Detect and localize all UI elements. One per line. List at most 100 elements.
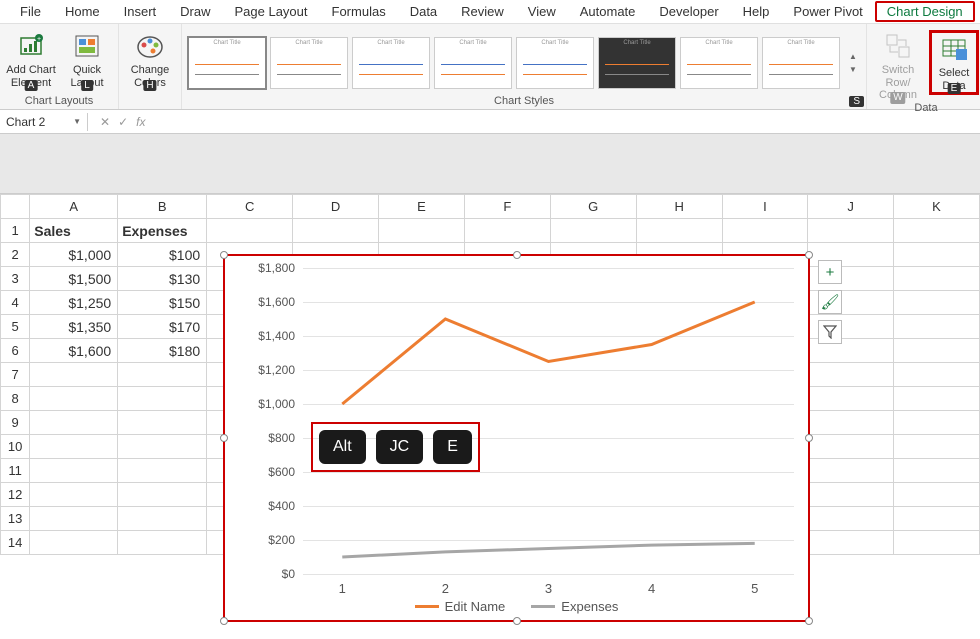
tab-power-pivot[interactable]: Power Pivot <box>781 1 874 22</box>
change-colors-button[interactable]: Change Colors H <box>125 30 175 89</box>
select-all-corner[interactable] <box>1 195 30 219</box>
cell[interactable] <box>808 531 894 555</box>
cell[interactable]: Sales <box>30 219 118 243</box>
tab-review[interactable]: Review <box>449 1 516 22</box>
row-header[interactable]: 13 <box>1 507 30 531</box>
tab-insert[interactable]: Insert <box>112 1 169 22</box>
cell[interactable] <box>894 411 980 435</box>
cell[interactable] <box>894 459 980 483</box>
tab-view[interactable]: View <box>516 1 568 22</box>
cell[interactable] <box>118 411 207 435</box>
chart-style-more-button[interactable]: ▲▼ <box>846 52 860 74</box>
cell[interactable]: $1,350 <box>30 315 118 339</box>
tab-automate[interactable]: Automate <box>568 1 648 22</box>
row-header[interactable]: 14 <box>1 531 30 555</box>
cell[interactable] <box>118 531 207 555</box>
resize-handle[interactable] <box>805 434 813 442</box>
cell[interactable] <box>118 435 207 459</box>
chart-style-thumb[interactable]: Chart Title <box>188 37 266 89</box>
quick-layout-button[interactable]: Quick Layout L <box>62 30 112 89</box>
cell[interactable] <box>894 339 980 363</box>
cell[interactable]: $130 <box>118 267 207 291</box>
cell[interactable] <box>207 219 293 243</box>
cell[interactable] <box>808 459 894 483</box>
row-header[interactable]: 12 <box>1 483 30 507</box>
cell[interactable] <box>30 459 118 483</box>
column-header[interactable]: A <box>30 195 118 219</box>
row-header[interactable]: 7 <box>1 363 30 387</box>
column-header[interactable]: E <box>379 195 465 219</box>
chart-elements-button[interactable]: + <box>818 260 842 284</box>
column-header[interactable]: C <box>207 195 293 219</box>
fx-label[interactable]: fx <box>136 115 145 129</box>
resize-handle[interactable] <box>513 251 521 259</box>
cell[interactable] <box>894 483 980 507</box>
cell[interactable] <box>30 435 118 459</box>
column-header[interactable]: H <box>636 195 722 219</box>
resize-handle[interactable] <box>220 617 228 625</box>
enter-icon[interactable]: ✓ <box>118 115 128 129</box>
column-header[interactable]: J <box>808 195 894 219</box>
cell[interactable] <box>30 387 118 411</box>
cell[interactable] <box>894 387 980 411</box>
cell[interactable] <box>118 387 207 411</box>
cell[interactable]: $180 <box>118 339 207 363</box>
cell[interactable] <box>118 363 207 387</box>
row-header[interactable]: 3 <box>1 267 30 291</box>
cell[interactable] <box>894 315 980 339</box>
cell[interactable] <box>894 219 980 243</box>
chart-style-thumb[interactable]: Chart Title <box>434 37 512 89</box>
row-header[interactable]: 1 <box>1 219 30 243</box>
row-header[interactable]: 10 <box>1 435 30 459</box>
column-header[interactable]: I <box>722 195 808 219</box>
cell[interactable] <box>118 507 207 531</box>
tab-draw[interactable]: Draw <box>168 1 222 22</box>
cell[interactable] <box>636 219 722 243</box>
row-header[interactable]: 2 <box>1 243 30 267</box>
chart-styles-button[interactable]: 🖌 <box>818 290 842 314</box>
tab-developer[interactable]: Developer <box>647 1 730 22</box>
cell[interactable] <box>894 243 980 267</box>
resize-handle[interactable] <box>805 251 813 259</box>
cell[interactable] <box>894 531 980 555</box>
row-header[interactable]: 5 <box>1 315 30 339</box>
row-header[interactable]: 8 <box>1 387 30 411</box>
tab-home[interactable]: Home <box>53 1 112 22</box>
legend-item[interactable]: Edit Name <box>415 599 506 614</box>
chart-style-thumb[interactable]: Chart Title <box>352 37 430 89</box>
cell[interactable] <box>808 435 894 459</box>
cell[interactable]: $1,000 <box>30 243 118 267</box>
cell[interactable] <box>722 219 808 243</box>
tab-page-layout[interactable]: Page Layout <box>223 1 320 22</box>
legend[interactable]: Edit NameExpenses <box>225 599 808 614</box>
cell[interactable] <box>118 483 207 507</box>
add-chart-element-button[interactable]: + Add Chart Element A <box>6 30 56 89</box>
cell[interactable] <box>30 363 118 387</box>
cell[interactable]: $100 <box>118 243 207 267</box>
cell[interactable] <box>293 219 379 243</box>
cell[interactable]: $1,250 <box>30 291 118 315</box>
cell[interactable] <box>808 507 894 531</box>
cell[interactable] <box>808 387 894 411</box>
cell[interactable]: $150 <box>118 291 207 315</box>
cell[interactable]: $170 <box>118 315 207 339</box>
column-header[interactable]: G <box>550 195 636 219</box>
cell[interactable] <box>894 267 980 291</box>
cell[interactable]: Expenses <box>118 219 207 243</box>
resize-handle[interactable] <box>220 434 228 442</box>
cell[interactable] <box>894 291 980 315</box>
cell[interactable] <box>894 507 980 531</box>
chart-style-thumb[interactable]: Chart Title <box>680 37 758 89</box>
cell[interactable] <box>894 435 980 459</box>
cell[interactable]: $1,500 <box>30 267 118 291</box>
column-header[interactable]: D <box>293 195 379 219</box>
embedded-chart[interactable]: + 🖌 $0$200$400$600$800$1,000$1,200$1,400… <box>223 254 810 622</box>
row-header[interactable]: 11 <box>1 459 30 483</box>
series-line[interactable] <box>342 302 754 404</box>
tab-help[interactable]: Help <box>731 1 782 22</box>
resize-handle[interactable] <box>513 617 521 625</box>
row-header[interactable]: 9 <box>1 411 30 435</box>
tab-chart-design[interactable]: Chart Design <box>875 1 975 22</box>
column-header[interactable]: F <box>464 195 550 219</box>
chart-style-thumb[interactable]: Chart Title <box>598 37 676 89</box>
